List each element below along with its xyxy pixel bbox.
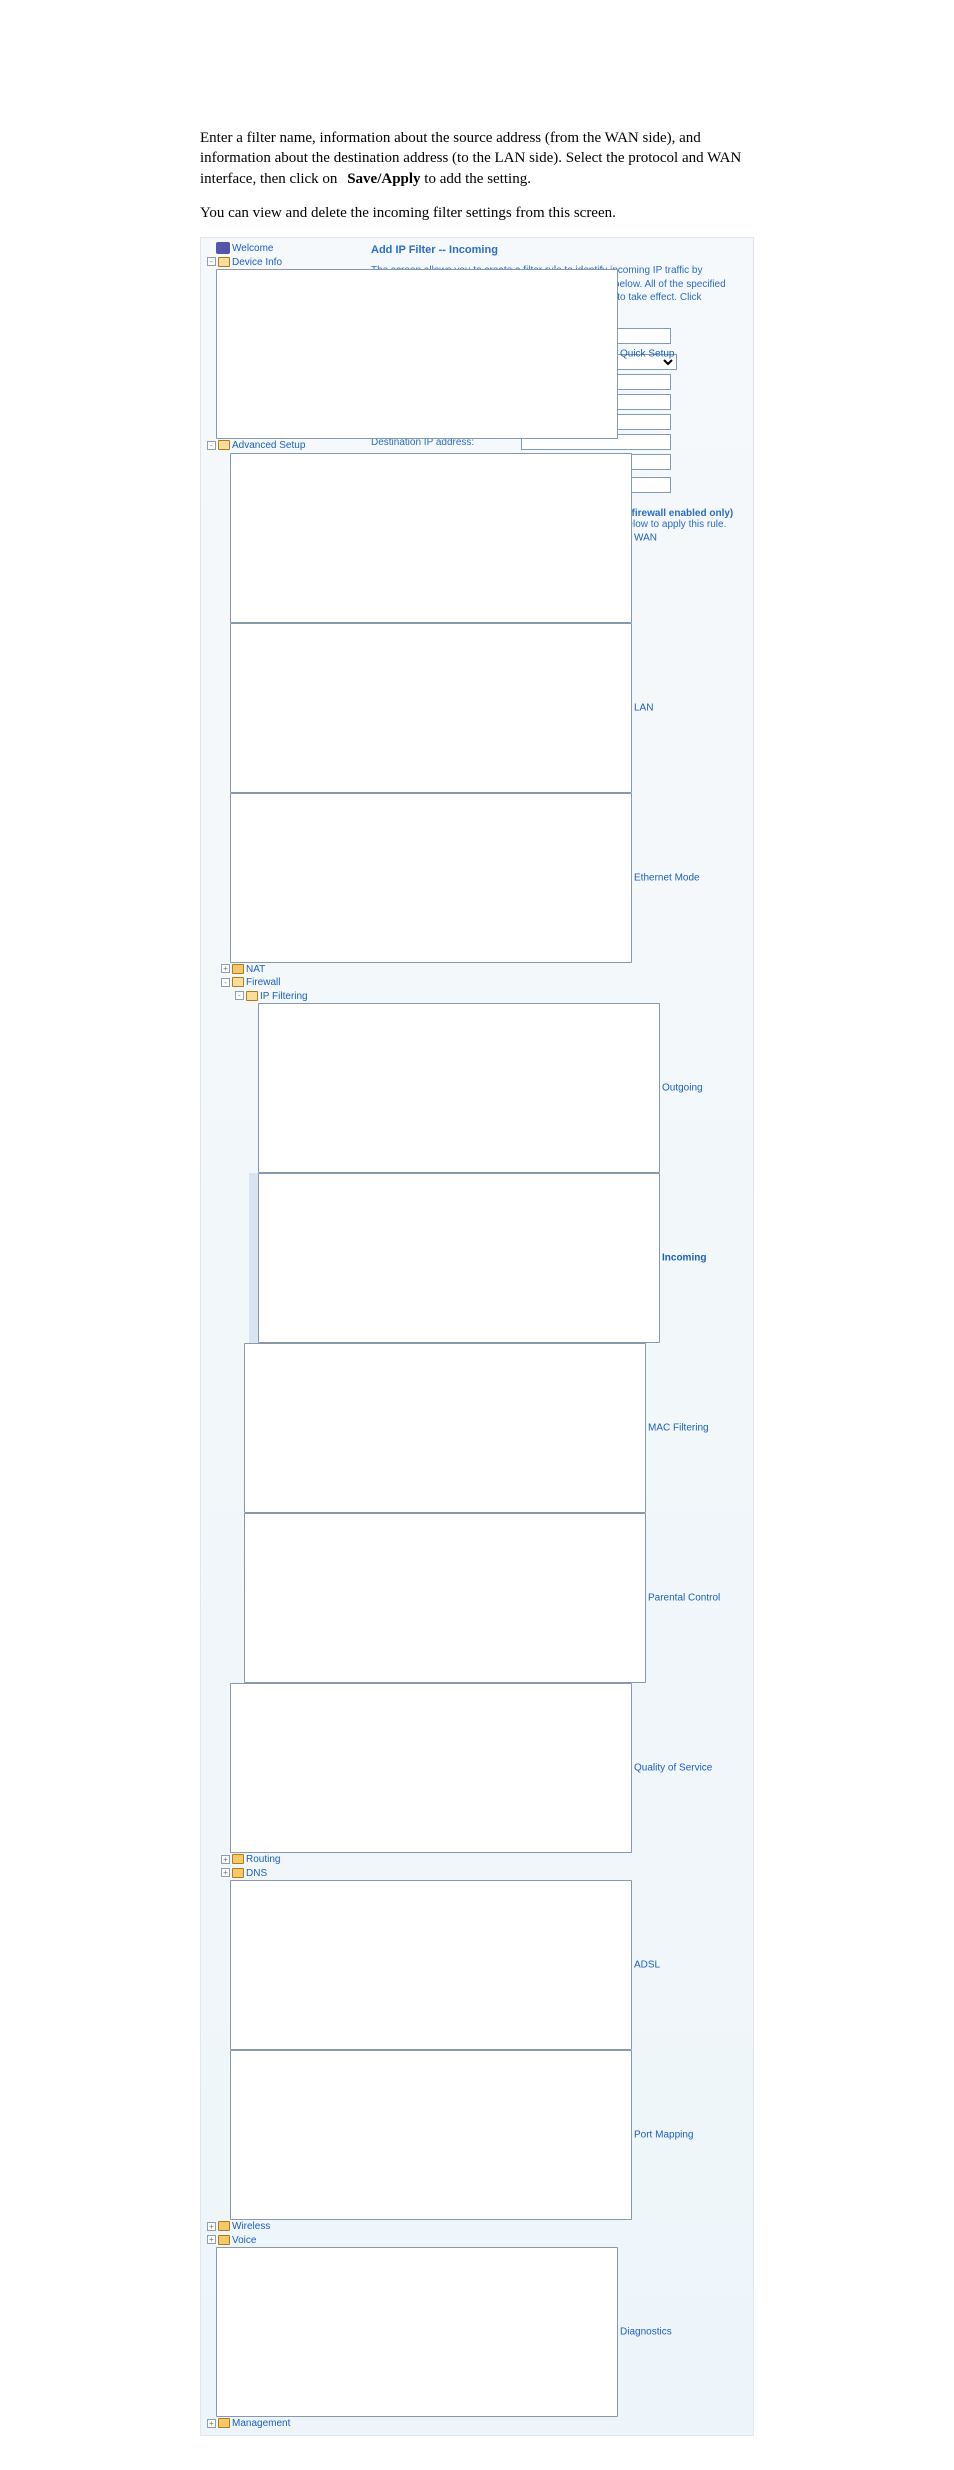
panel-title: Add IP Filter -- Incoming xyxy=(371,244,743,256)
page-icon xyxy=(216,269,618,439)
folder-icon xyxy=(218,440,230,450)
screenshot-ip-filter: Welcome -Device Info Quick Setup -Advanc… xyxy=(200,237,754,2436)
folder-icon xyxy=(218,257,230,267)
sidebar-tree[interactable]: Welcome -Device Info Quick Setup -Advanc… xyxy=(201,238,361,2435)
sidebar-item-incoming: Incoming xyxy=(249,1173,359,1343)
expand-icon: - xyxy=(207,257,216,266)
intro-para-1: Enter a filter name, information about t… xyxy=(200,128,754,189)
ref-save-apply: Save/Apply xyxy=(347,171,420,187)
intro-para-2: You can view and delete the incoming fil… xyxy=(200,203,754,223)
